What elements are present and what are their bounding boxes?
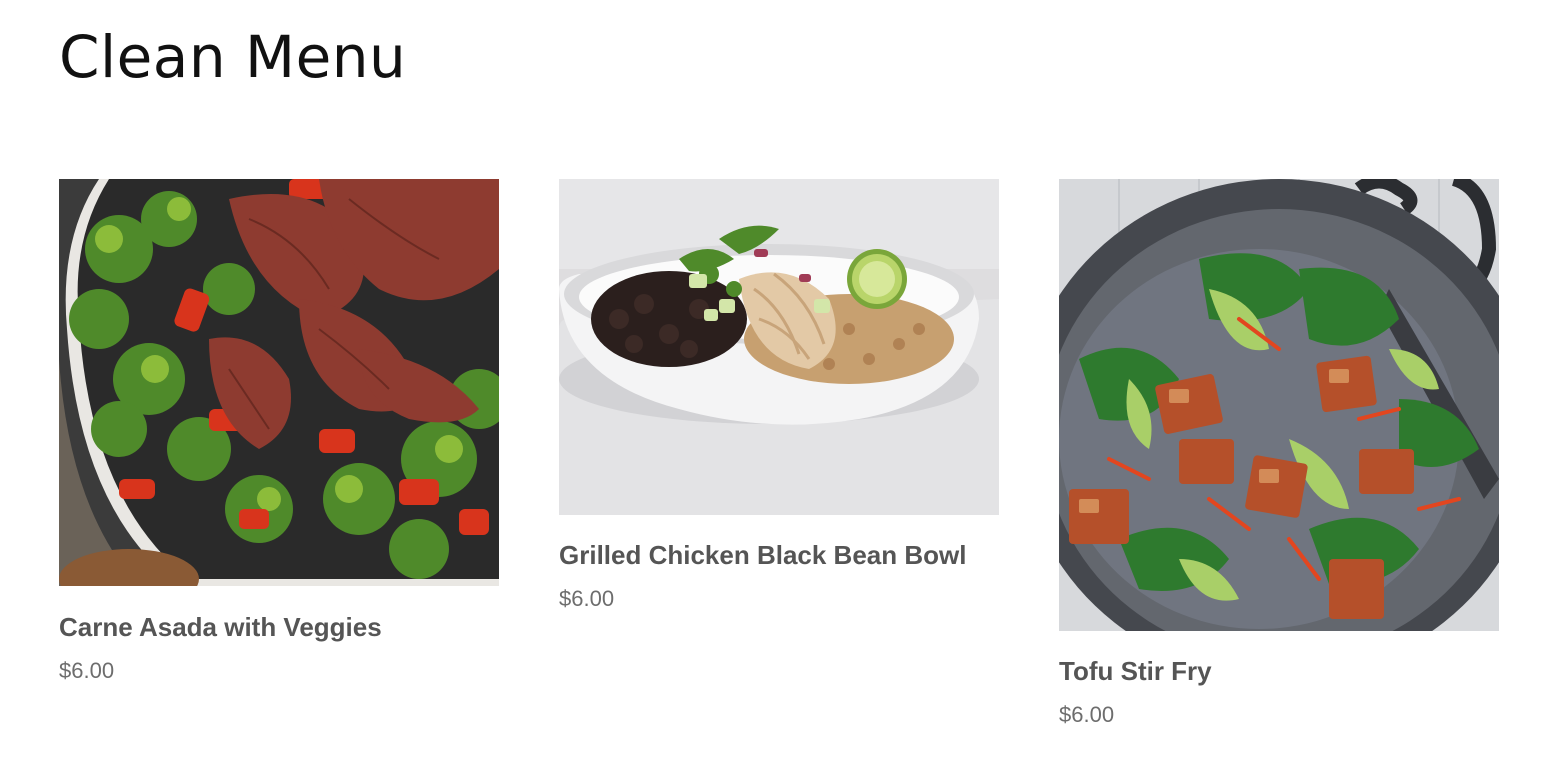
carne-asada-illustration xyxy=(59,179,499,586)
item-name[interactable]: Carne Asada with Veggies xyxy=(59,612,499,642)
menu-item-tofu-stir-fry[interactable]: Tofu Stir Fry $6.00 xyxy=(1059,179,1499,728)
item-name[interactable]: Tofu Stir Fry xyxy=(1059,656,1499,686)
tofu-stir-fry-photo[interactable] xyxy=(1059,179,1499,631)
item-price: $6.00 xyxy=(559,586,615,611)
page-title: Clean Menu xyxy=(59,23,407,91)
carne-asada-photo[interactable] xyxy=(59,179,499,586)
chicken-bowl-photo[interactable] xyxy=(559,179,999,515)
item-price: $6.00 xyxy=(1059,702,1115,727)
chicken-bowl-illustration xyxy=(559,179,999,515)
menu-item-chicken-bowl[interactable]: Grilled Chicken Black Bean Bowl $6.00 xyxy=(559,179,999,612)
item-price: $6.00 xyxy=(59,658,115,683)
item-name[interactable]: Grilled Chicken Black Bean Bowl xyxy=(559,540,999,570)
menu-item-carne-asada[interactable]: Carne Asada with Veggies $6.00 xyxy=(59,179,499,684)
tofu-stir-fry-illustration xyxy=(1059,179,1499,631)
